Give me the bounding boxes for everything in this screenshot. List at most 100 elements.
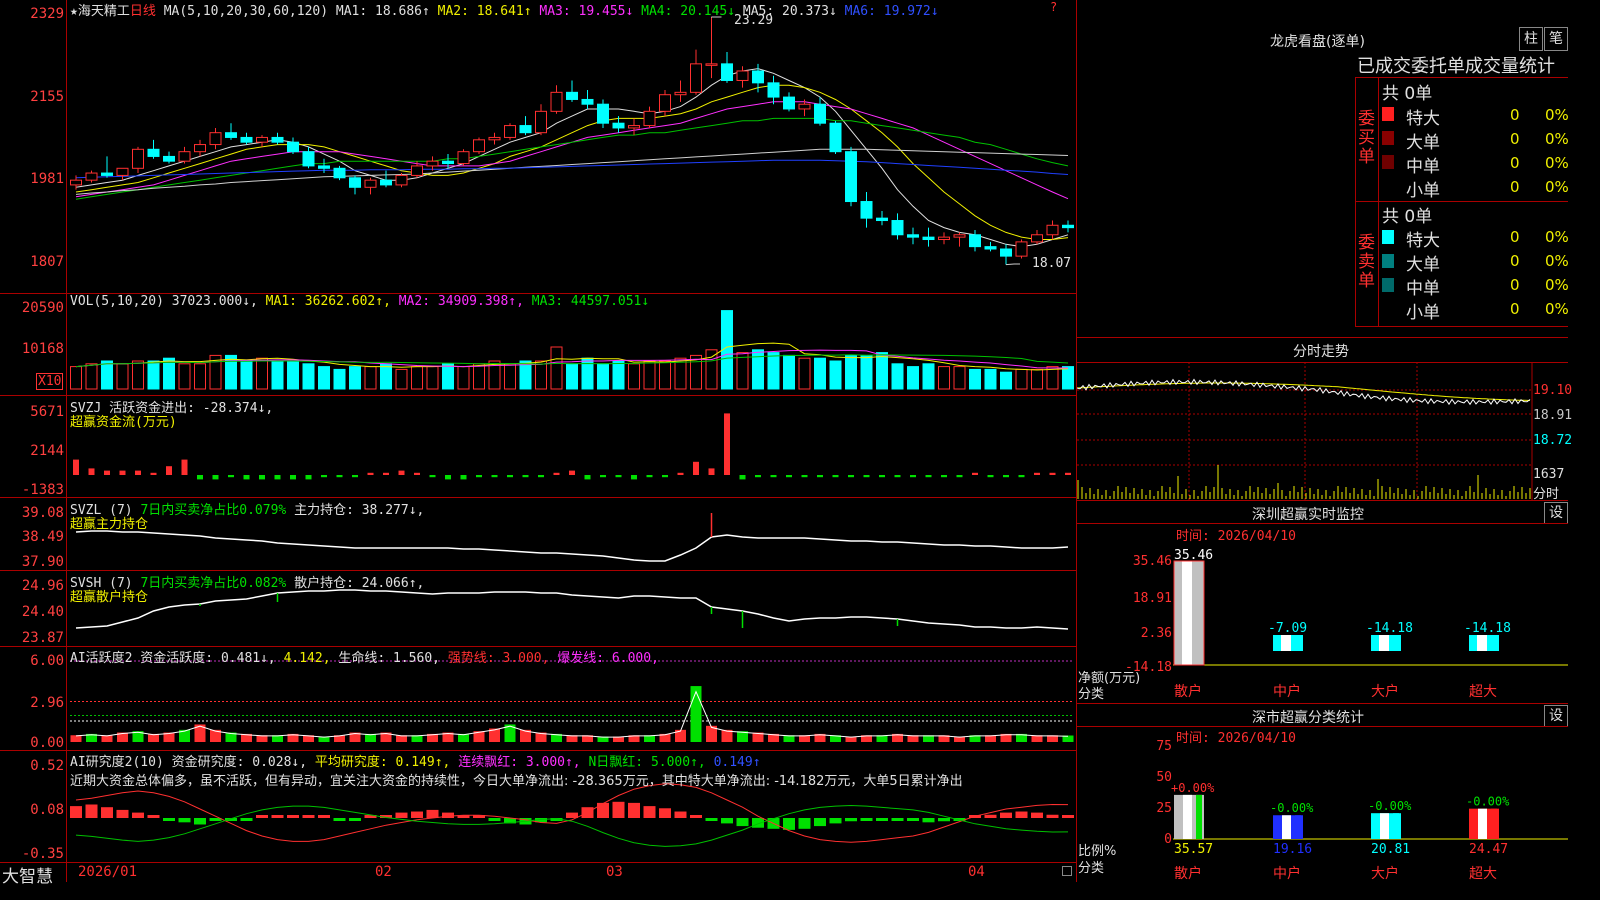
fund-flow-bar (972, 472, 978, 475)
fund-flow-bar (786, 475, 792, 478)
volume-bar (318, 366, 330, 390)
fund-flow-bar (693, 461, 699, 475)
sell-row-value: 0 (1510, 228, 1520, 246)
x-axis-label: 03 (606, 864, 623, 880)
ai-research-axis-label: -0.35 (21, 846, 64, 862)
svsh-hold: 散户持仓: 24.066↑, (294, 576, 425, 591)
fund-flow-bar (615, 475, 622, 478)
sell-orders-label: 委卖单 (1358, 233, 1375, 291)
x-axis-label: 04 (968, 864, 985, 880)
candle-body (829, 122, 842, 153)
stats-settings-button[interactable]: 设 (1544, 705, 1568, 727)
fund-flow-bar (863, 475, 870, 478)
buy-row-pct: 0% (1545, 178, 1569, 196)
fund-flow-bar (166, 466, 172, 475)
candle-body (984, 246, 997, 250)
fund-flow-bar (987, 475, 994, 478)
candle-body (953, 234, 966, 238)
favorite-star-icon[interactable]: ★ (70, 4, 78, 19)
candle-body (783, 96, 795, 110)
fund-flow-bar (1049, 472, 1056, 475)
volume-bar (442, 363, 454, 390)
intraday-axis-label: 19.10 (1533, 383, 1573, 398)
fund-flow-bar (367, 472, 374, 475)
fund-flow-bar (956, 475, 963, 478)
divider (1077, 500, 1568, 501)
fund-flow-bar (553, 472, 560, 475)
candle-body (504, 125, 516, 138)
volume-bar (240, 360, 253, 390)
volume-bar (566, 363, 578, 390)
divider (1378, 77, 1379, 327)
ai-research-e: N日飘红: 5.000↑, (588, 755, 706, 770)
research-bar (333, 818, 346, 821)
stats-chart[interactable]: +0.00% 35.57 散户 -0.00% 19.16 中户 -0.00% 20.81 大户 -… (1077, 727, 1568, 882)
svzj-axis-label: 2144 (30, 443, 64, 459)
bar-mode-button[interactable]: 柱 (1519, 27, 1543, 51)
monitor-xlabel: 分类 (1078, 687, 1105, 702)
legend-swatch-sell-m (1382, 278, 1394, 292)
candle-body (209, 132, 222, 146)
fund-flow-bar (88, 468, 95, 475)
volume-bar (597, 363, 609, 390)
fund-flow-bar (538, 475, 544, 478)
volume-bar (1000, 371, 1012, 390)
candle-body (736, 70, 749, 81)
stats-category-label: 中户 (1273, 865, 1301, 882)
candle-body (287, 141, 299, 153)
candle-body (922, 236, 935, 241)
period-label[interactable]: 日线 (130, 4, 156, 19)
candle-body (721, 63, 733, 81)
ai-research-d: 连续飘红: 3.000↑, (458, 755, 581, 770)
research-bar (1062, 815, 1074, 818)
stats-change-label: -0.00% (1466, 795, 1510, 809)
svzl-ratio: 7日内买卖净占比0.079% (140, 503, 287, 518)
ai-activity-axis-label: 6.00 (30, 653, 64, 669)
svsh-axis-label: 24.40 (21, 604, 64, 620)
volume-bar (132, 360, 144, 390)
volume-bar (876, 352, 888, 390)
vol-ma3: MA3: 44597.051↓ (531, 294, 650, 309)
research-bar (705, 818, 718, 821)
fund-flow-bar (801, 475, 808, 478)
volume-bar (85, 363, 98, 390)
vol-axis-label: 20590 (21, 300, 64, 316)
candle-body (101, 172, 113, 176)
intraday-chart[interactable] (1077, 362, 1568, 500)
tick-mode-button[interactable]: 笔 (1544, 27, 1568, 51)
research-bar (302, 815, 315, 818)
vol-axis-label: 10168 (21, 341, 64, 357)
sell-row-pct: 0% (1545, 276, 1569, 294)
fund-flow-bar (569, 470, 575, 475)
research-bar (907, 818, 919, 821)
research-bar (1031, 812, 1043, 818)
stock-name[interactable]: 海天精工 (78, 4, 130, 19)
volume-bar (380, 363, 392, 390)
ma3-value: MA3: 19.455↓ (539, 4, 634, 19)
divider (1077, 337, 1568, 338)
research-bar (101, 807, 113, 818)
research-bar (395, 812, 408, 818)
svzl-axis-label: 38.49 (21, 529, 64, 545)
fund-flow-bar (879, 475, 885, 478)
svsh-subtitle: 超赢散户持仓 (70, 590, 149, 605)
lock-icon[interactable] (1062, 866, 1072, 876)
monitor-chart[interactable]: 35.46散户-7.09中户-14.18大户-14.18超大 (1077, 525, 1568, 705)
candle-body (1000, 248, 1012, 257)
fund-flow-bar (429, 475, 436, 478)
buy-row-value: 0 (1510, 154, 1520, 172)
monitor-settings-button[interactable]: 设 (1544, 502, 1568, 524)
stats-category-label: 超大 (1469, 866, 1497, 882)
help-icon[interactable]: ? (1050, 0, 1057, 15)
ai-activity-e: 爆发线: 6.000, (557, 651, 659, 666)
stats-bar-highlight (1282, 815, 1291, 839)
divider (1077, 703, 1568, 704)
candle-body (256, 136, 268, 143)
research-bar (798, 818, 811, 829)
buy-row-name: 中单 (1406, 157, 1440, 177)
candle-body (752, 70, 764, 84)
volume-bar (550, 346, 563, 390)
fund-flow-bar (104, 470, 110, 475)
candle-body (891, 220, 904, 236)
svzl-subtitle: 超赢主力持仓 (70, 517, 149, 532)
